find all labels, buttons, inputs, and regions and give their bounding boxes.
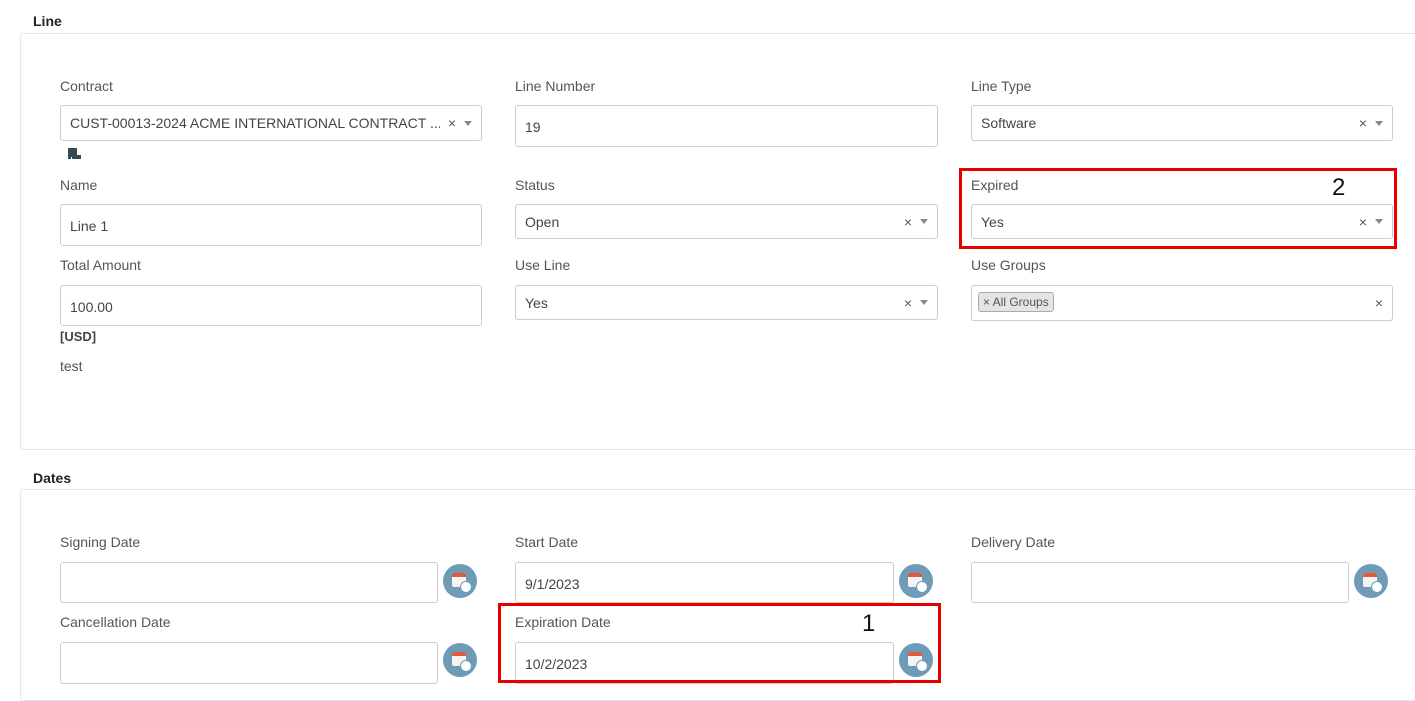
line-section-title: Line: [33, 13, 62, 29]
signing-date-label: Signing Date: [60, 534, 141, 550]
use-line-value: Yes: [525, 295, 548, 311]
status-label: Status: [515, 177, 555, 193]
total-amount-input[interactable]: 100.00: [60, 285, 482, 326]
name-value: Line 1: [70, 218, 109, 234]
contract-label: Contract: [60, 78, 113, 94]
contract-value: CUST-00013-2024 ACME INTERNATIONAL CONTR…: [70, 115, 440, 131]
start-date-input[interactable]: 9/1/2023: [515, 562, 894, 603]
contract-clear-icon[interactable]: ×: [448, 115, 456, 131]
status-value: Open: [525, 214, 560, 230]
use-groups-label: Use Groups: [971, 257, 1046, 273]
start-date-label: Start Date: [515, 534, 579, 550]
cancellation-date-calendar-icon[interactable]: [443, 643, 477, 677]
use-line-clear-icon[interactable]: ×: [904, 295, 912, 311]
line-type-value: Software: [981, 115, 1037, 131]
annotation-marker-1: 1: [862, 610, 876, 637]
total-amount-label: Total Amount: [60, 257, 141, 273]
signing-date-calendar-icon[interactable]: [443, 564, 477, 598]
total-amount-value: 100.00: [70, 299, 113, 315]
cancellation-date-label: Cancellation Date: [60, 614, 171, 630]
contract-chevron-down-icon[interactable]: [464, 120, 472, 126]
line-number-label: Line Number: [515, 78, 596, 94]
cancellation-date-input[interactable]: [60, 642, 438, 684]
signing-date-input[interactable]: [60, 562, 438, 603]
status-clear-icon[interactable]: ×: [904, 214, 912, 230]
use-line-chevron-down-icon[interactable]: [920, 300, 928, 305]
start-date-calendar-icon[interactable]: [899, 564, 933, 598]
dates-section-title: Dates: [33, 470, 72, 486]
use-groups-clear-icon[interactable]: ×: [1375, 295, 1383, 311]
status-select[interactable]: Open ×: [515, 204, 938, 239]
line-type-select[interactable]: Software ×: [971, 105, 1393, 141]
start-date-value: 9/1/2023: [525, 576, 580, 592]
contract-select[interactable]: CUST-00013-2024 ACME INTERNATIONAL CONTR…: [60, 105, 482, 141]
line-number-value: 19: [525, 119, 541, 135]
name-label: Name: [60, 177, 98, 193]
line-type-label: Line Type: [971, 78, 1032, 94]
all-groups-tag[interactable]: × All Groups: [978, 292, 1054, 312]
line-type-chevron-down-icon[interactable]: [1375, 120, 1383, 126]
use-groups-multiselect[interactable]: × All Groups ×: [971, 285, 1393, 321]
amount-note: test: [60, 358, 83, 374]
line-type-clear-icon[interactable]: ×: [1359, 115, 1367, 131]
delivery-date-input[interactable]: [971, 562, 1349, 603]
status-chevron-down-icon[interactable]: [920, 219, 928, 224]
line-number-input[interactable]: 19: [515, 105, 938, 147]
delivery-date-label: Delivery Date: [971, 534, 1056, 550]
name-input[interactable]: Line 1: [60, 204, 482, 246]
delivery-date-calendar-icon[interactable]: [1354, 564, 1388, 598]
scroll-icon[interactable]: [66, 147, 81, 159]
use-line-select[interactable]: Yes ×: [515, 285, 938, 320]
currency-label: [USD]: [60, 329, 97, 344]
use-line-label: Use Line: [515, 257, 571, 273]
annotation-marker-2: 2: [1332, 174, 1346, 201]
